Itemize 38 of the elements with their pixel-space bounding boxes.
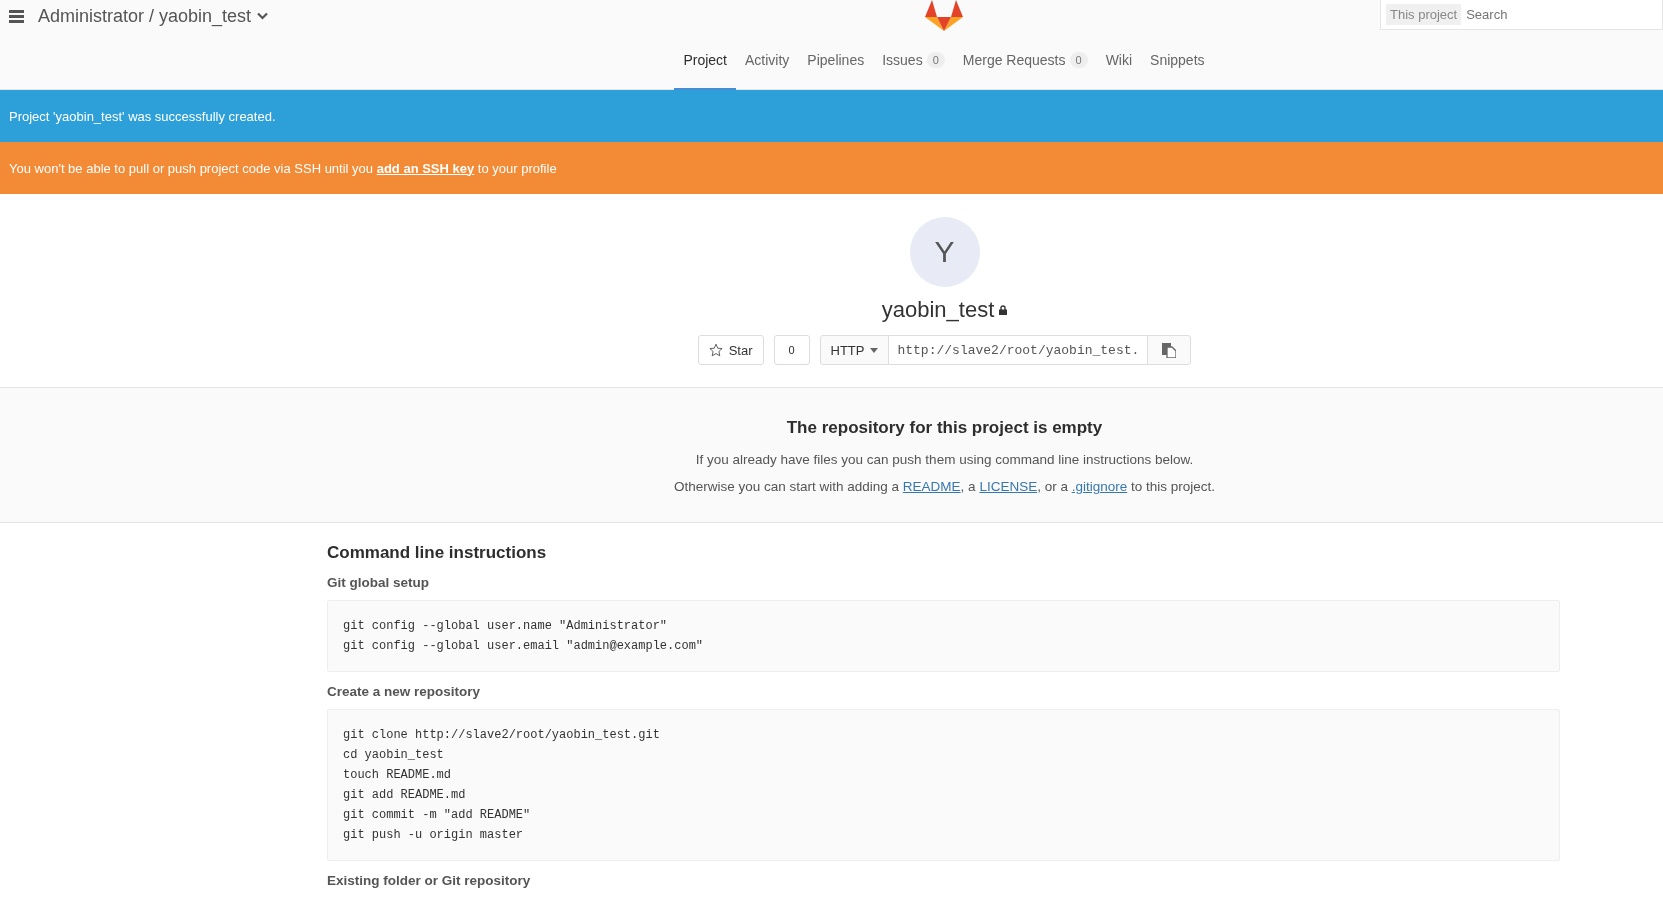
- instructions-heading: Command line instructions: [327, 543, 548, 563]
- count-badge: 0: [1069, 52, 1088, 68]
- fox-logo-icon[interactable]: [925, 0, 963, 32]
- alert-message: Project 'yaobin_test' was successfully created.: [9, 108, 276, 124]
- count-badge: 0: [926, 52, 945, 68]
- section-heading: Create a new repository: [327, 684, 482, 699]
- file-link[interactable]: .gitignore: [1071, 479, 1128, 494]
- section-heading: Existing folder or Git repository: [327, 873, 532, 888]
- alert-message: You won't be able to pull or push project code via SSH until you add an SSH key to your profile: [9, 160, 557, 176]
- project-name: yaobin_test: [881, 297, 995, 323]
- clipboard-icon: [1162, 342, 1177, 358]
- star-button[interactable]: Star: [697, 335, 764, 365]
- empty-repo-suggestion: Otherwise you can start with adding a README, a LICENSE, or a .gitignore to this project.: [672, 479, 1216, 494]
- breadcrumb-title[interactable]: Administrator / yaobin_test: [38, 5, 252, 27]
- star-icon: [708, 343, 723, 357]
- search-field[interactable]: Search: [1464, 6, 1589, 23]
- file-link[interactable]: README: [902, 479, 961, 494]
- protocol-dropdown[interactable]: HTTP: [819, 335, 890, 365]
- clone-url-field[interactable]: http://slave2/root/yaobin_test.: [889, 335, 1148, 365]
- empty-repo-title: The repository for this project is empty: [785, 418, 1104, 438]
- chevron-down-icon[interactable]: [257, 12, 269, 20]
- section-heading: Git global setup: [327, 575, 430, 590]
- code-block: git clone http://slave2/root/yaobin_test.git cd yaobin_test touch README.md git add README.md git commit -m "add README" git push -u origin master: [327, 709, 1560, 861]
- code-block: git config --global user.name "Administrator" git config --global user.email "admin@example.com": [327, 600, 1560, 672]
- nav-tab[interactable]: Activity: [736, 32, 799, 90]
- nav-tab[interactable]: Snippets: [1141, 32, 1214, 90]
- nav-tab[interactable]: Wiki: [1096, 32, 1142, 90]
- project-avatar: Y: [909, 217, 980, 287]
- nav-tab[interactable]: Merge Requests 0: [953, 32, 1097, 90]
- search-scope-label[interactable]: This project: [1386, 4, 1462, 25]
- lock-icon: [999, 305, 1008, 315]
- copy-button[interactable]: [1147, 335, 1192, 365]
- caret-icon: [870, 347, 879, 353]
- star-count: 0: [773, 335, 810, 365]
- nav-tab[interactable]: Pipelines: [798, 32, 874, 90]
- nav-tab[interactable]: Issues 0: [873, 32, 954, 90]
- menu-icon[interactable]: [9, 9, 24, 23]
- empty-repo-text: If you already have files you can push them using command line instructions below.: [694, 452, 1195, 467]
